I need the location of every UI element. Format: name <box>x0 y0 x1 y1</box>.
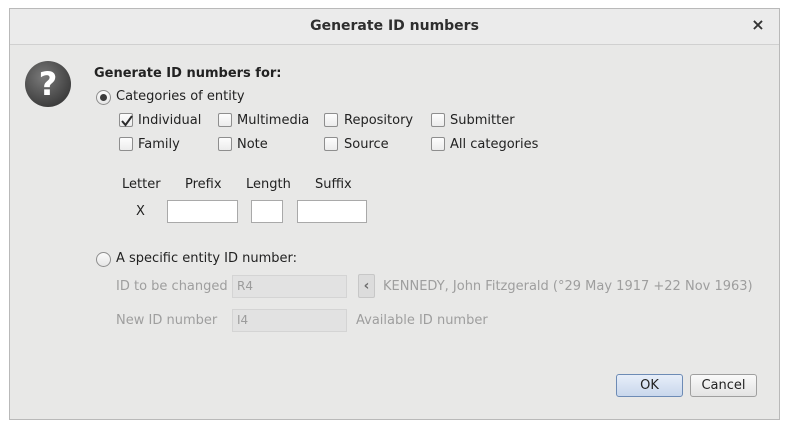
ok-button[interactable]: OK <box>616 374 683 397</box>
generate-id-dialog: Generate ID numbers × ? Generate ID numb… <box>9 8 780 420</box>
specific-id-radio[interactable] <box>96 252 111 267</box>
repository-label[interactable]: Repository <box>344 113 413 128</box>
letter-column-label: Letter <box>122 177 161 192</box>
family-label[interactable]: Family <box>138 137 180 152</box>
form-heading: Generate ID numbers for: <box>94 66 282 81</box>
all-categories-checkbox[interactable] <box>431 137 445 151</box>
prefix-input[interactable] <box>167 200 238 223</box>
family-checkbox[interactable] <box>119 137 133 151</box>
length-input[interactable] <box>251 200 283 223</box>
submitter-label[interactable]: Submitter <box>450 113 515 128</box>
source-checkbox[interactable] <box>324 137 338 151</box>
checkmark-icon <box>121 115 133 127</box>
categories-radio-label[interactable]: Categories of entity <box>116 89 245 104</box>
submitter-checkbox[interactable] <box>431 113 445 127</box>
title-bar: Generate ID numbers × <box>10 9 779 45</box>
suffix-column-label: Suffix <box>315 177 352 192</box>
note-checkbox[interactable] <box>218 137 232 151</box>
repository-checkbox[interactable] <box>324 113 338 127</box>
letter-value: X <box>136 204 145 219</box>
suffix-input[interactable] <box>297 200 367 223</box>
id-to-change-label: ID to be changed <box>116 279 228 294</box>
all-categories-label[interactable]: All categories <box>450 137 538 152</box>
close-icon[interactable]: × <box>749 16 767 34</box>
entity-name: KENNEDY, John Fitzgerald (°29 May 1917 +… <box>383 279 753 294</box>
individual-label[interactable]: Individual <box>138 113 201 128</box>
categories-radio[interactable] <box>96 90 111 105</box>
specific-id-radio-label[interactable]: A specific entity ID number: <box>116 251 297 266</box>
multimedia-label[interactable]: Multimedia <box>237 113 309 128</box>
cancel-button[interactable]: Cancel <box>690 374 757 397</box>
source-label[interactable]: Source <box>344 137 389 152</box>
dialog-title: Generate ID numbers <box>310 18 479 34</box>
new-id-label: New ID number <box>116 313 218 328</box>
available-id-text: Available ID number <box>356 313 488 328</box>
id-to-change-input[interactable]: R4 <box>232 275 347 298</box>
svg-text:?: ? <box>39 65 58 103</box>
prefix-column-label: Prefix <box>185 177 222 192</box>
chevron-left-icon[interactable]: ‹ <box>358 274 375 298</box>
individual-checkbox[interactable] <box>119 113 133 127</box>
length-column-label: Length <box>246 177 291 192</box>
question-mark-icon: ? <box>24 60 72 108</box>
note-label[interactable]: Note <box>237 137 268 152</box>
multimedia-checkbox[interactable] <box>218 113 232 127</box>
new-id-input[interactable]: I4 <box>232 309 347 332</box>
